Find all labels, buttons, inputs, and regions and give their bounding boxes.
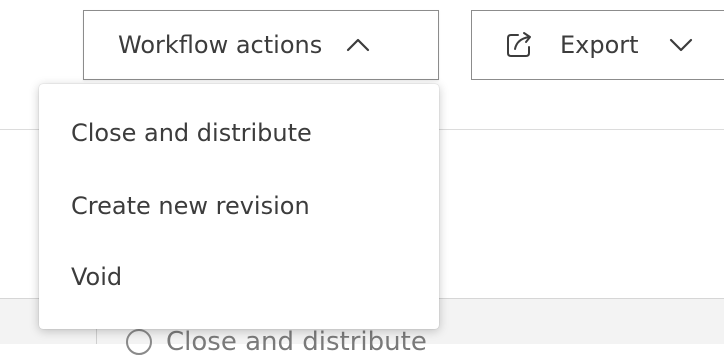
workflow-actions-label: Workflow actions: [118, 31, 323, 59]
menu-item-create-new-revision[interactable]: Create new revision: [39, 175, 439, 237]
export-label: Export: [560, 31, 639, 59]
info-icon: [126, 329, 152, 355]
background-list-item-label: Close and distribute: [166, 327, 427, 357]
chevron-up-icon: [347, 38, 370, 52]
menu-item-void[interactable]: Void: [39, 246, 439, 308]
background-list-item: Close and distribute: [126, 327, 427, 357]
workflow-actions-menu: Close and distribute Create new revision…: [39, 84, 439, 329]
menu-item-label: Void: [71, 263, 123, 291]
export-icon: [507, 32, 531, 57]
menu-item-label: Create new revision: [71, 192, 310, 220]
chevron-down-icon: [669, 38, 692, 52]
menu-item-label: Close and distribute: [71, 119, 312, 147]
menu-item-close-and-distribute[interactable]: Close and distribute: [39, 102, 439, 164]
export-button[interactable]: Export: [471, 10, 724, 80]
workflow-actions-button[interactable]: Workflow actions: [83, 10, 439, 80]
